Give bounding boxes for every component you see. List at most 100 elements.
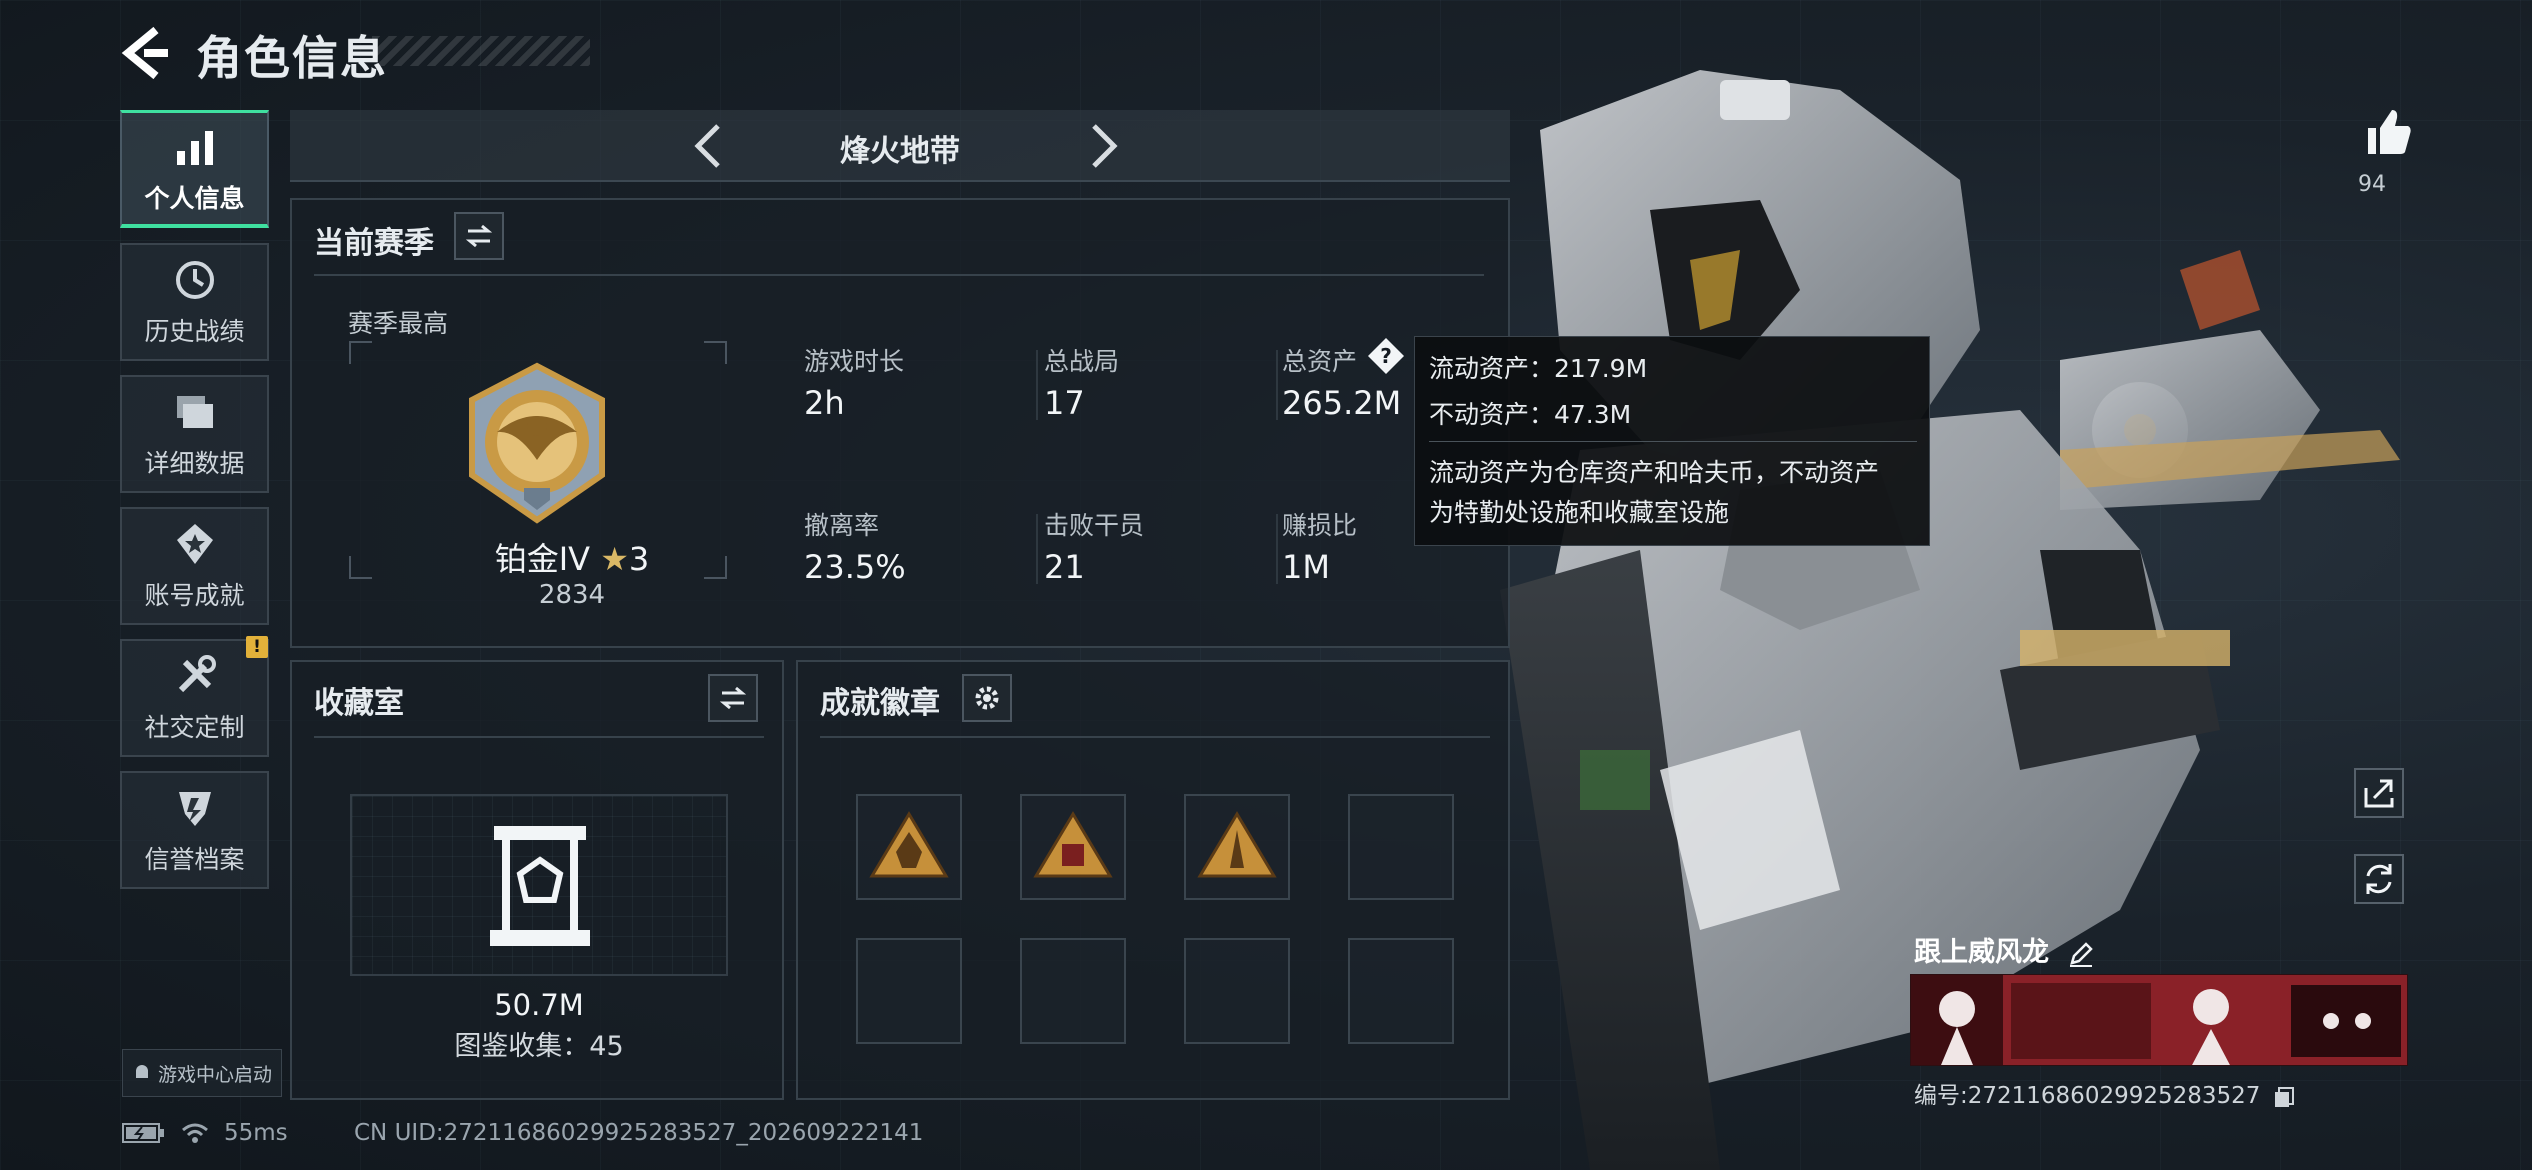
display-case-icon <box>490 826 590 946</box>
status-bar: 55ms <box>122 1120 288 1146</box>
collection-title: 收藏室 <box>314 686 404 721</box>
swap-icon <box>465 224 493 248</box>
stat-value: 23.5% <box>804 548 906 586</box>
battery-icon <box>122 1123 164 1143</box>
collection-panel: 收藏室 50.7M 图鉴收集：45 <box>290 660 784 1100</box>
stat-label: 击败干员 <box>1044 511 1145 540</box>
folders-icon <box>176 396 213 428</box>
rank-stars: 3 <box>628 540 650 578</box>
season-title: 当前赛季 <box>314 226 434 261</box>
stat-label: 游戏时长 <box>804 347 905 376</box>
launch-label: 游戏中心启动 <box>157 1063 272 1086</box>
collection-value: 50.7M <box>494 988 584 1022</box>
svg-text:?: ? <box>1380 344 1392 368</box>
badge-triangle-icon <box>1197 811 1277 878</box>
badges-settings-button[interactable] <box>962 674 1012 722</box>
prev-mode-arrow-icon[interactable] <box>680 116 740 176</box>
clock-icon <box>175 261 214 299</box>
collection-preview[interactable] <box>350 794 728 976</box>
copy-icon[interactable] <box>2272 1085 2296 1109</box>
like-count: 94 <box>2358 172 2386 197</box>
sidebar-item-label: 详细数据 <box>144 449 245 478</box>
tools-icon <box>178 655 216 693</box>
sidebar-item-personal-info[interactable]: 个人信息 <box>120 110 269 228</box>
season-switch-button[interactable] <box>454 212 504 260</box>
badge-slot[interactable] <box>1348 794 1454 900</box>
badges-title: 成就徽章 <box>820 686 940 721</box>
collection-catalog-count: 图鉴收集：45 <box>454 1031 624 1062</box>
mode-selector: 烽火地带 <box>290 110 1510 182</box>
stat-label: 总战局 <box>1044 347 1120 376</box>
tooltip-description: 为特勤处设施和收藏室设施 <box>1429 498 1730 527</box>
badge-slot[interactable] <box>1348 938 1454 1044</box>
uid-text: CN UID:27211686029925283527_202609222141 <box>354 1120 924 1146</box>
sidebar-item-label: 社交定制 <box>144 713 245 742</box>
panel-divider <box>820 736 1490 738</box>
mode-title: 烽火地带 <box>840 134 960 169</box>
shield-icon <box>178 792 211 826</box>
sidebar-item-label: 个人信息 <box>144 183 245 213</box>
like-icon[interactable] <box>2360 104 2416 160</box>
season-best-label: 赛季最高 <box>348 309 449 338</box>
bell-icon <box>135 1065 148 1078</box>
game-center-launch-button[interactable]: 游戏中心启动 <box>122 1049 282 1097</box>
player-banner[interactable] <box>1910 974 2408 1066</box>
stat-value: 17 <box>1044 384 1085 422</box>
star-icon: ★ <box>600 540 629 578</box>
panel-divider <box>314 736 764 738</box>
sidebar-item-label: 历史战绩 <box>144 317 245 346</box>
stat-label: 撤离率 <box>804 511 880 540</box>
stat-value: 2h <box>804 384 845 422</box>
notification-badge: ! <box>246 636 268 658</box>
share-button[interactable] <box>2354 768 2404 818</box>
panel-divider <box>314 274 1484 276</box>
badge-slot[interactable] <box>1184 938 1290 1044</box>
stat-separator <box>1036 514 1038 584</box>
sidebar-item-details[interactable]: 详细数据 <box>120 375 269 493</box>
player-name-row: 跟上威风龙 <box>1914 930 2096 969</box>
sidebar-item-label: 信誉档案 <box>144 845 245 874</box>
refresh-button[interactable] <box>2354 854 2404 904</box>
tooltip-fixed-assets: 不动资产：47.3M <box>1429 400 1632 429</box>
badge-slot[interactable] <box>1184 794 1290 900</box>
page-title: 角色信息 <box>196 31 388 85</box>
achievement-icon <box>176 524 213 564</box>
sidebar-item-achievements[interactable]: 账号成就 <box>120 507 269 625</box>
season-panel: 当前赛季 赛季最高 铂金IV ★3 2834 游戏时长 2h 总战局 17 总资… <box>290 198 1510 648</box>
stat-separator <box>1276 514 1278 584</box>
stat-separator <box>1276 350 1278 420</box>
banner-artwork <box>1911 975 2407 1065</box>
bar-chart-icon <box>176 130 213 165</box>
refresh-icon <box>2366 864 2392 894</box>
player-id: 编号:27211686029925283527 <box>1914 1083 2261 1109</box>
stat-value: 265.2M <box>1282 384 1402 422</box>
stat-value: 1M <box>1282 548 1330 586</box>
share-icon <box>2364 779 2394 808</box>
rank-name-row: 铂金IV ★3 <box>462 534 682 580</box>
badge-slot[interactable] <box>1020 938 1126 1044</box>
sidebar-item-reputation[interactable]: 信誉档案 <box>120 771 269 889</box>
help-icon[interactable]: ? <box>1366 336 1406 376</box>
collection-switch-button[interactable] <box>708 674 758 722</box>
stat-separator <box>1036 350 1038 420</box>
badge-slot[interactable] <box>856 794 962 900</box>
wifi-icon <box>182 1123 208 1143</box>
player-name: 跟上威风龙 <box>1914 937 2049 968</box>
badge-triangle-icon <box>869 811 949 878</box>
badge-slot[interactable] <box>856 938 962 1044</box>
sidebar-item-history[interactable]: 历史战绩 <box>120 243 269 361</box>
swap-icon <box>719 686 747 710</box>
stat-label: 赚损比 <box>1282 511 1358 540</box>
edit-pencil-icon[interactable] <box>2066 939 2096 969</box>
badges-panel: 成就徽章 <box>796 660 1510 1100</box>
stat-label: 总资产 <box>1282 347 1358 376</box>
asset-tooltip: 流动资产：217.9M 不动资产：47.3M 流动资产为仓库资产和哈夫币，不动资… <box>1414 336 1930 546</box>
back-arrow-icon[interactable] <box>118 24 176 82</box>
stat-value: 21 <box>1044 548 1085 586</box>
tooltip-divider <box>1429 441 1917 442</box>
next-mode-arrow-icon[interactable] <box>1072 116 1132 176</box>
badge-triangle-icon <box>1033 811 1113 878</box>
rank-score: 2834 <box>538 580 606 610</box>
sidebar-item-label: 账号成就 <box>144 581 245 610</box>
badge-slot[interactable] <box>1020 794 1126 900</box>
